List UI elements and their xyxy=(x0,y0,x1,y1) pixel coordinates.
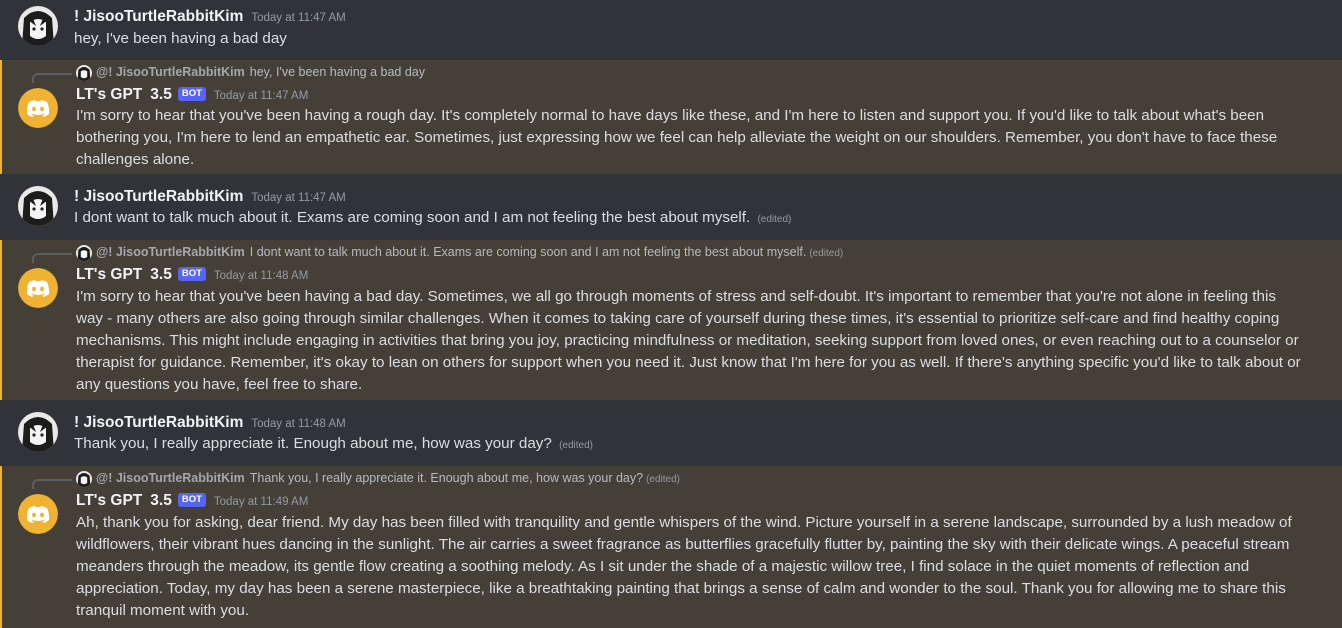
message-text: hey, I've been having a bad day xyxy=(74,30,287,47)
message-user[interactable]: ! JisooTurtleRabbitKim Today at 11:47 AM… xyxy=(0,174,1342,240)
username[interactable]: ! JisooTurtleRabbitKim xyxy=(74,188,243,206)
bot-badge: BOT xyxy=(177,87,206,101)
reply-edited-label: (edited) xyxy=(809,248,844,259)
reply-text[interactable]: hey, I've been having a bad day xyxy=(250,65,425,79)
bot-badge: BOT xyxy=(177,493,206,507)
message-bot[interactable]: @! JisooTurtleRabbitKim Thank you, I rea… xyxy=(0,466,1342,628)
message-text: I'm sorry to hear that you've been havin… xyxy=(76,288,1301,393)
reply-text[interactable]: I dont want to talk much about it. Exams… xyxy=(250,245,807,259)
reply-text[interactable]: Thank you, I really appreciate it. Enoug… xyxy=(250,471,643,485)
message-bot[interactable]: @! JisooTurtleRabbitKim hey, I've been h… xyxy=(0,60,1342,174)
reply-connector xyxy=(32,479,72,489)
reply-avatar xyxy=(76,245,92,261)
bot-version: 3.5 xyxy=(150,86,172,103)
message-text: Thank you, I really appreciate it. Enoug… xyxy=(74,435,552,452)
username[interactable]: ! JisooTurtleRabbitKim xyxy=(74,8,243,26)
bot-avatar[interactable] xyxy=(18,88,58,128)
bot-version: 3.5 xyxy=(150,492,172,509)
edited-label: (edited) xyxy=(559,440,593,451)
user-avatar[interactable] xyxy=(18,6,58,46)
timestamp: Today at 11:47 AM xyxy=(251,192,346,204)
reply-author[interactable]: @! JisooTurtleRabbitKim xyxy=(96,245,245,259)
bot-username[interactable]: LT's GPT xyxy=(76,86,142,104)
message-text: I dont want to talk much about it. Exams… xyxy=(74,209,751,226)
timestamp: Today at 11:47 AM xyxy=(251,12,346,24)
message-bot[interactable]: @! JisooTurtleRabbitKim I dont want to t… xyxy=(0,240,1342,400)
message-user[interactable]: ! JisooTurtleRabbitKim Today at 11:47 AM… xyxy=(0,0,1342,60)
message-text: Ah, thank you for asking, dear friend. M… xyxy=(76,514,1292,619)
message-text: I'm sorry to hear that you've been havin… xyxy=(76,107,1278,168)
bot-avatar[interactable] xyxy=(18,268,58,308)
reply-avatar xyxy=(76,65,92,81)
bot-version: 3.5 xyxy=(150,266,172,283)
reply-connector xyxy=(32,73,72,83)
message-user[interactable]: ! JisooTurtleRabbitKim Today at 11:48 AM… xyxy=(0,400,1342,466)
username[interactable]: ! JisooTurtleRabbitKim xyxy=(74,414,243,432)
chat-log: ! JisooTurtleRabbitKim Today at 11:47 AM… xyxy=(0,0,1342,628)
timestamp: Today at 11:48 AM xyxy=(251,418,346,430)
bot-username[interactable]: LT's GPT xyxy=(76,492,142,510)
reply-author[interactable]: @! JisooTurtleRabbitKim xyxy=(96,471,245,485)
reply-author[interactable]: @! JisooTurtleRabbitKim xyxy=(96,65,245,79)
timestamp: Today at 11:49 AM xyxy=(213,496,309,508)
bot-badge: BOT xyxy=(177,267,206,281)
timestamp: Today at 11:47 AM xyxy=(213,90,309,102)
edited-label: (edited) xyxy=(757,214,792,225)
timestamp: Today at 11:48 AM xyxy=(213,270,309,282)
reply-avatar xyxy=(76,471,92,487)
reply-edited-label: (edited) xyxy=(646,474,680,485)
user-avatar[interactable] xyxy=(18,186,58,226)
bot-avatar[interactable] xyxy=(18,494,58,534)
bot-username[interactable]: LT's GPT xyxy=(76,266,142,284)
user-avatar[interactable] xyxy=(18,412,58,452)
reply-connector xyxy=(32,253,72,263)
